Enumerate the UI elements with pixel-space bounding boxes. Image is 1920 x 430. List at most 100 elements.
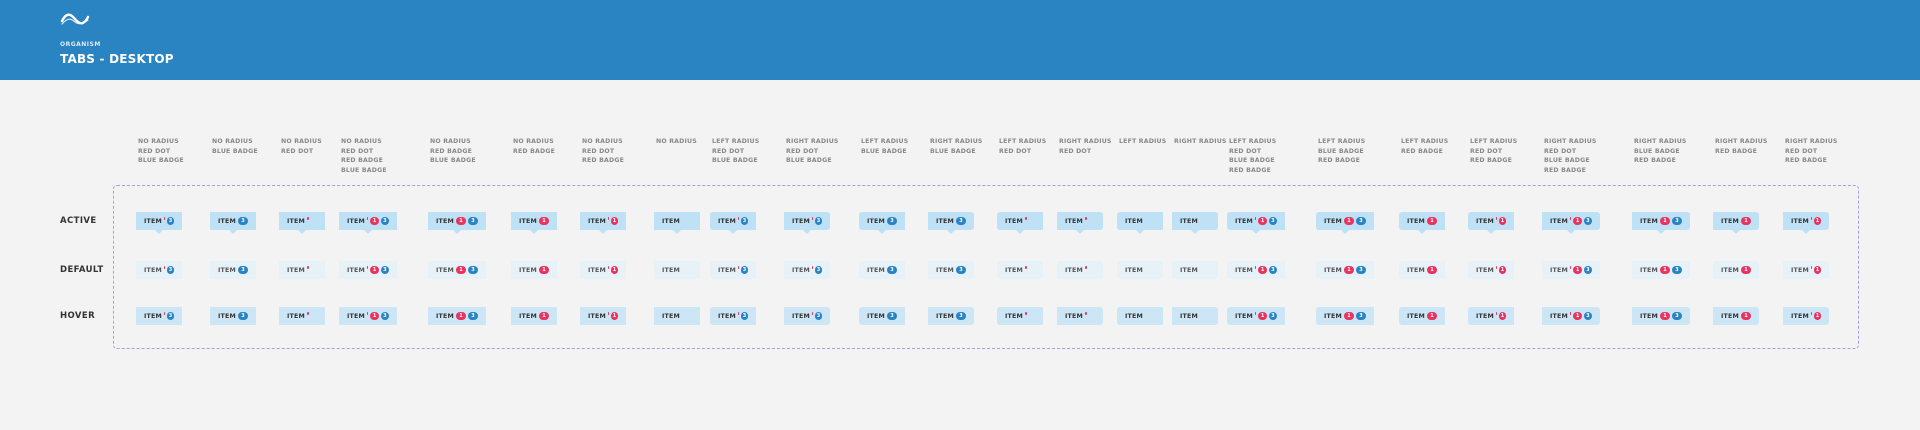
tab-item[interactable]: ITEM <box>997 261 1043 279</box>
tab-item[interactable]: ITEM <box>1172 212 1218 234</box>
blue-badge: 3 <box>380 266 389 274</box>
tab-item[interactable]: ITEM 1 3 <box>1542 212 1600 234</box>
active-indicator-arrow <box>729 230 737 234</box>
tab-item[interactable]: ITEM 1 3 <box>1542 307 1600 325</box>
tab-item[interactable]: ITEM 1 3 <box>428 307 486 325</box>
tab-label: ITEM <box>718 217 737 225</box>
tab-item[interactable]: ITEM 1 <box>1713 212 1759 234</box>
blue-badge: 3 <box>1672 266 1682 274</box>
red-badge: 1 <box>1427 217 1437 225</box>
tab-item[interactable]: ITEM <box>1172 307 1218 325</box>
tab-label: ITEM <box>1407 312 1426 320</box>
tab-label: ITEM <box>436 312 455 320</box>
tab-item[interactable]: ITEM 1 3 <box>339 307 397 325</box>
variant-header: LEFT RADIUS BLUE BADGE RED BADGE <box>1318 138 1366 165</box>
red-badge: 1 <box>1499 217 1506 225</box>
tab-item[interactable]: ITEM 1 3 <box>1316 307 1374 325</box>
tab-item[interactable]: ITEM 1 <box>1399 212 1445 234</box>
tab-item[interactable]: ITEM <box>1057 212 1103 234</box>
tab-item[interactable]: ITEM <box>1057 307 1103 325</box>
tab-item[interactable]: ITEM 1 <box>580 261 626 279</box>
tab-item[interactable]: ITEM 1 3 <box>1316 261 1374 279</box>
tab-item[interactable]: ITEM 1 3 <box>428 261 486 279</box>
tab-item[interactable]: ITEM 1 <box>511 212 557 234</box>
tab-item[interactable]: ITEM 1 <box>1468 307 1514 325</box>
tab-label: ITEM <box>1065 217 1084 225</box>
tab-item[interactable]: ITEM 3 <box>210 212 256 234</box>
tab-label: ITEM <box>287 312 306 320</box>
variant-header: LEFT RADIUS RED BADGE <box>1401 138 1449 155</box>
tab-item[interactable]: ITEM <box>654 307 700 325</box>
tab-item[interactable]: ITEM <box>1172 261 1218 279</box>
tab-item[interactable]: ITEM 1 3 <box>428 212 486 234</box>
tab-item[interactable]: ITEM 3 <box>784 261 830 279</box>
tab-item[interactable]: ITEM 1 3 <box>339 261 397 279</box>
tab-item[interactable]: ITEM 1 <box>511 307 557 325</box>
tab-item[interactable]: ITEM 3 <box>136 307 182 325</box>
tab-item[interactable]: ITEM 3 <box>928 212 974 234</box>
tab-item[interactable]: ITEM 1 <box>1399 307 1445 325</box>
tab-item[interactable]: ITEM 1 3 <box>1227 307 1285 325</box>
tab-item[interactable]: ITEM 1 <box>1468 212 1514 234</box>
tab-item[interactable]: ITEM 1 3 <box>1542 261 1600 279</box>
tab-item[interactable]: ITEM 1 3 <box>1632 212 1690 234</box>
tab-item[interactable]: ITEM 3 <box>928 307 974 325</box>
tab-item[interactable]: ITEM <box>279 261 325 279</box>
tab-item[interactable]: ITEM 1 3 <box>1227 261 1285 279</box>
tab-label: ITEM <box>1324 312 1343 320</box>
tab-item[interactable]: ITEM 1 <box>1783 261 1829 279</box>
tab-item[interactable]: ITEM 1 3 <box>1227 212 1285 234</box>
tab-item[interactable]: ITEM 3 <box>710 307 756 325</box>
tab-label: ITEM <box>1324 266 1343 274</box>
notification-dot <box>737 217 740 220</box>
tab-item[interactable]: ITEM 1 <box>1783 212 1829 234</box>
tab-item[interactable]: ITEM 1 <box>511 261 557 279</box>
variant-header: RIGHT RADIUS RED BADGE <box>1715 138 1768 155</box>
tab-item[interactable]: ITEM 1 3 <box>1632 261 1690 279</box>
tab-item[interactable]: ITEM 1 <box>1399 261 1445 279</box>
active-indicator-arrow <box>298 230 306 234</box>
tab-item[interactable]: ITEM <box>997 212 1043 234</box>
tab-item[interactable]: ITEM 3 <box>210 307 256 325</box>
tab-item[interactable]: ITEM 3 <box>784 212 830 234</box>
tab-item[interactable]: ITEM 1 3 <box>339 212 397 234</box>
tab-item[interactable]: ITEM 3 <box>210 261 256 279</box>
tab-item[interactable]: ITEM 3 <box>928 261 974 279</box>
tab-label: ITEM <box>1791 217 1810 225</box>
tab-item[interactable]: ITEM 3 <box>710 261 756 279</box>
tab-item[interactable]: ITEM <box>1117 307 1163 325</box>
tab-item[interactable]: ITEM 1 3 <box>1632 307 1690 325</box>
tab-label: ITEM <box>662 312 681 320</box>
tab-item[interactable]: ITEM 1 <box>1713 307 1759 325</box>
tab-item[interactable]: ITEM <box>279 307 325 325</box>
tab-item[interactable]: ITEM 3 <box>136 212 182 234</box>
variant-header: RIGHT RADIUS <box>1174 138 1227 145</box>
tab-label: ITEM <box>1005 266 1024 274</box>
tab-item[interactable]: ITEM 1 <box>580 307 626 325</box>
tab-label: ITEM <box>1065 312 1084 320</box>
blue-badge: 3 <box>956 266 966 274</box>
tab-item[interactable]: ITEM <box>1057 261 1103 279</box>
tab-item[interactable]: ITEM <box>1117 261 1163 279</box>
tab-item[interactable]: ITEM <box>654 261 700 279</box>
tab-item[interactable]: ITEM <box>279 212 325 234</box>
tab-item[interactable]: ITEM 1 <box>580 212 626 234</box>
blue-badge: 3 <box>1356 312 1366 320</box>
tab-item[interactable]: ITEM <box>1117 212 1163 234</box>
variant-header: LEFT RADIUS BLUE BADGE <box>861 138 909 155</box>
tab-item[interactable]: ITEM 3 <box>710 212 756 234</box>
tab-item[interactable]: ITEM 1 <box>1713 261 1759 279</box>
tab-item[interactable]: ITEM 1 <box>1468 261 1514 279</box>
red-badge: 1 <box>1814 312 1821 320</box>
tab-item[interactable]: ITEM 3 <box>784 307 830 325</box>
tab-label: ITEM <box>1235 312 1254 320</box>
tab-item[interactable]: ITEM <box>654 212 700 234</box>
tab-item[interactable]: ITEM 1 <box>1783 307 1829 325</box>
tab-item[interactable]: ITEM 3 <box>859 307 905 325</box>
tab-item[interactable]: ITEM 1 3 <box>1316 212 1374 234</box>
tab-item[interactable]: ITEM 3 <box>859 212 905 234</box>
variant-header: RIGHT RADIUS RED DOT BLUE BADGE RED BADG… <box>1544 138 1597 174</box>
tab-item[interactable]: ITEM 3 <box>859 261 905 279</box>
tab-item[interactable]: ITEM <box>997 307 1043 325</box>
tab-item[interactable]: ITEM 3 <box>136 261 182 279</box>
